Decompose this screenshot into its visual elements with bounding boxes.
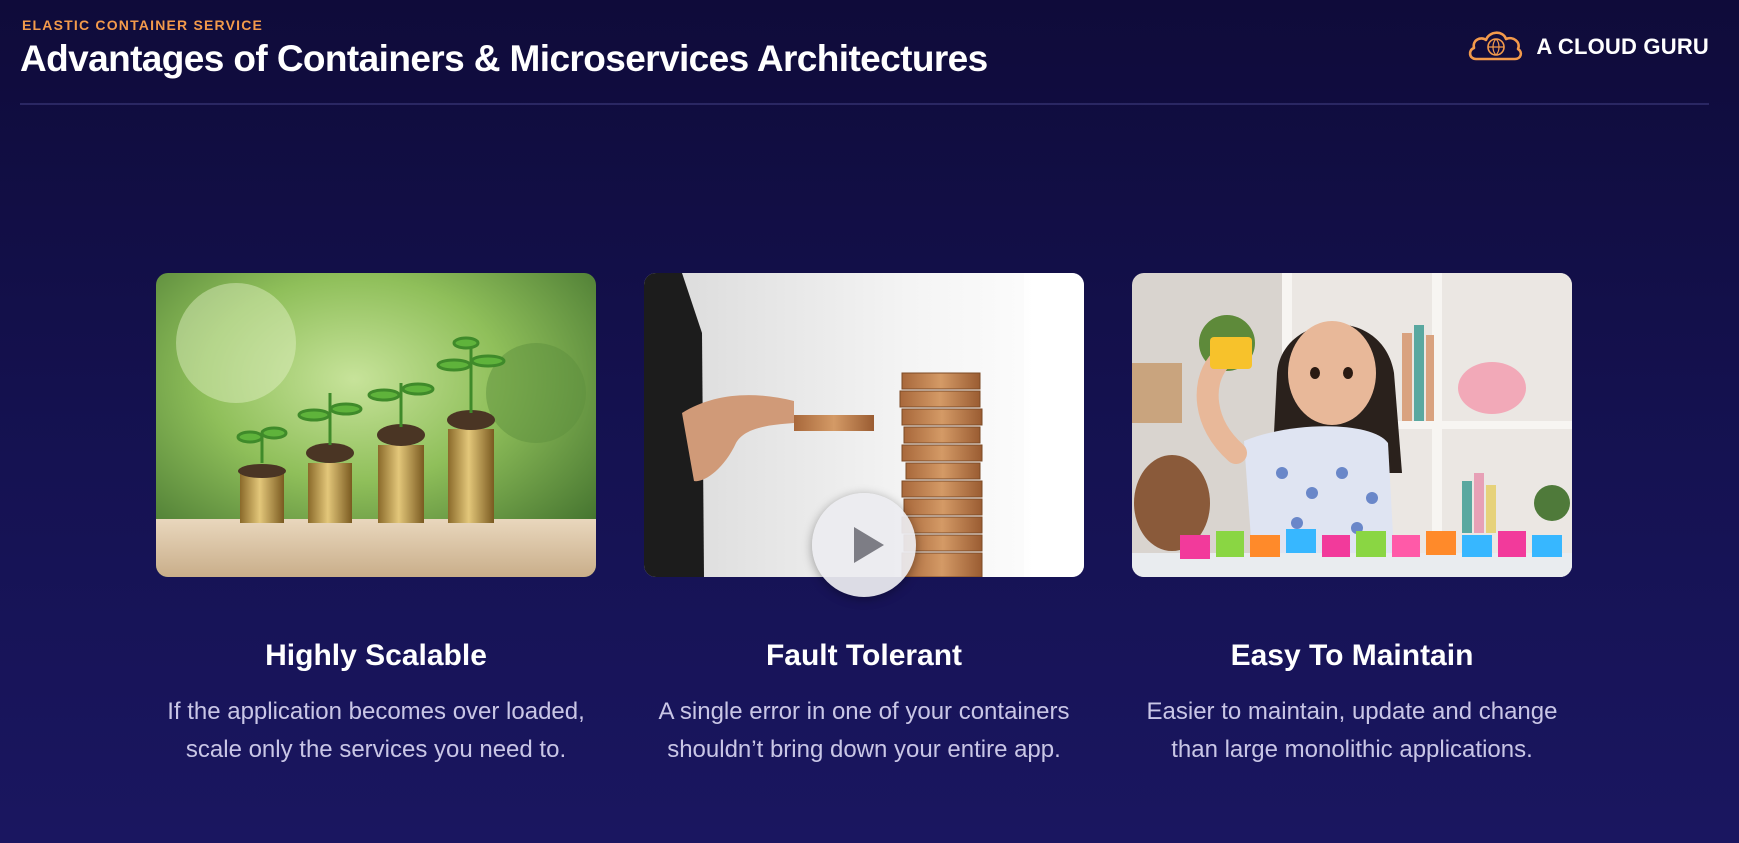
header-divider xyxy=(20,103,1709,105)
play-button[interactable] xyxy=(812,493,916,597)
card-title: Fault Tolerant xyxy=(765,639,963,672)
page-title: Advantages of Containers & Microservices… xyxy=(20,38,988,79)
card-title: Highly Scalable xyxy=(265,639,487,672)
brand-logo: A CLOUD GURU xyxy=(1466,26,1709,67)
girl-with-toy-blocks-photo xyxy=(1132,273,1572,577)
brand-name: A CLOUD GURU xyxy=(1536,33,1709,59)
card-title: Easy To Maintain xyxy=(1230,639,1474,672)
coins-with-seedlings-photo xyxy=(156,273,596,577)
feature-card-scalable: Highly Scalable If the application becom… xyxy=(156,273,596,769)
card-description: If the application becomes over loaded, … xyxy=(167,698,585,763)
feature-card-maintain: Easy To Maintain Easier to maintain, upd… xyxy=(1132,273,1572,769)
card-description: A single error in one of your containers… xyxy=(658,698,1070,763)
cloud-logo-icon xyxy=(1466,26,1524,67)
card-description: Easier to maintain, update and change th… xyxy=(1146,698,1558,763)
eyebrow-label: ELASTIC CONTAINER SERVICE xyxy=(22,17,264,33)
